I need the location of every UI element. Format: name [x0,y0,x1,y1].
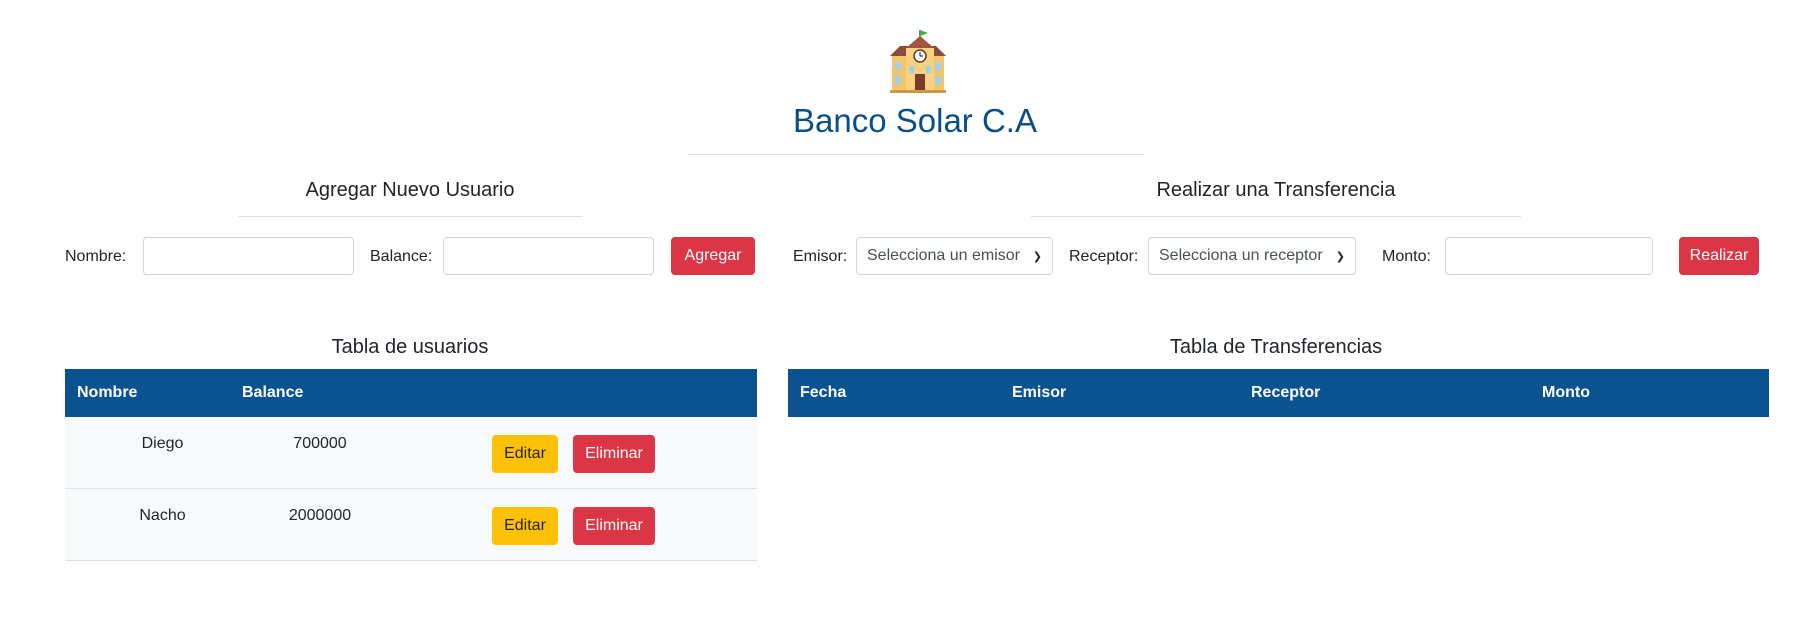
realizar-button[interactable]: Realizar [1679,237,1759,275]
monto-label: Monto: [1382,248,1431,265]
delete-button[interactable]: Eliminar [573,507,655,545]
page-title: Banco Solar C.A [793,102,1037,139]
transfers-table-header: Fecha Emisor Receptor Monto [788,369,1769,417]
emisor-label: Emisor: [793,248,848,265]
table-row: Diego 700000 Editar Eliminar [65,417,757,489]
chevron-down-icon: ❯ [1032,250,1042,263]
header-emisor: Emisor [1012,384,1067,401]
transfer-divider [1031,216,1521,217]
emisor-select[interactable]: Selecciona un emisor ❯ [856,237,1053,275]
receptor-select[interactable]: Selecciona un receptor ❯ [1148,237,1356,275]
user-balance: 700000 [293,435,347,452]
add-user-title: Agregar Nuevo Usuario [305,179,515,201]
header-monto: Monto [1542,384,1590,401]
user-nombre: Nacho [139,507,186,524]
balance-input[interactable] [443,237,654,275]
agregar-button[interactable]: Agregar [671,237,755,275]
header-fecha: Fecha [800,384,847,401]
users-table-title: Tabla de usuarios [331,336,489,358]
header-receptor: Receptor [1251,384,1321,401]
user-balance: 2000000 [288,507,352,524]
receptor-selected-value: Selecciona un receptor [1159,247,1323,264]
emisor-selected-value: Selecciona un emisor [867,247,1020,264]
users-table-header: Nombre Balance [65,369,757,417]
header-balance: Balance [242,384,304,401]
title-divider [688,154,1144,155]
transfers-table-title: Tabla de Transferencias [1169,336,1383,358]
nombre-label: Nombre: [65,248,127,265]
receptor-label: Receptor: [1069,248,1139,265]
add-user-divider [238,216,583,217]
balance-label: Balance: [370,248,433,265]
school-building-icon [886,28,950,94]
user-nombre: Diego [141,435,184,452]
table-row: Nacho 2000000 Editar Eliminar [65,489,757,561]
chevron-down-icon: ❯ [1335,250,1345,263]
edit-button[interactable]: Editar [492,435,558,473]
header-nombre: Nombre [77,384,138,401]
nombre-input[interactable] [143,237,354,275]
edit-button[interactable]: Editar [492,507,558,545]
monto-input[interactable] [1445,237,1653,275]
transfer-title: Realizar una Transferencia [1156,179,1396,201]
delete-button[interactable]: Eliminar [573,435,655,473]
